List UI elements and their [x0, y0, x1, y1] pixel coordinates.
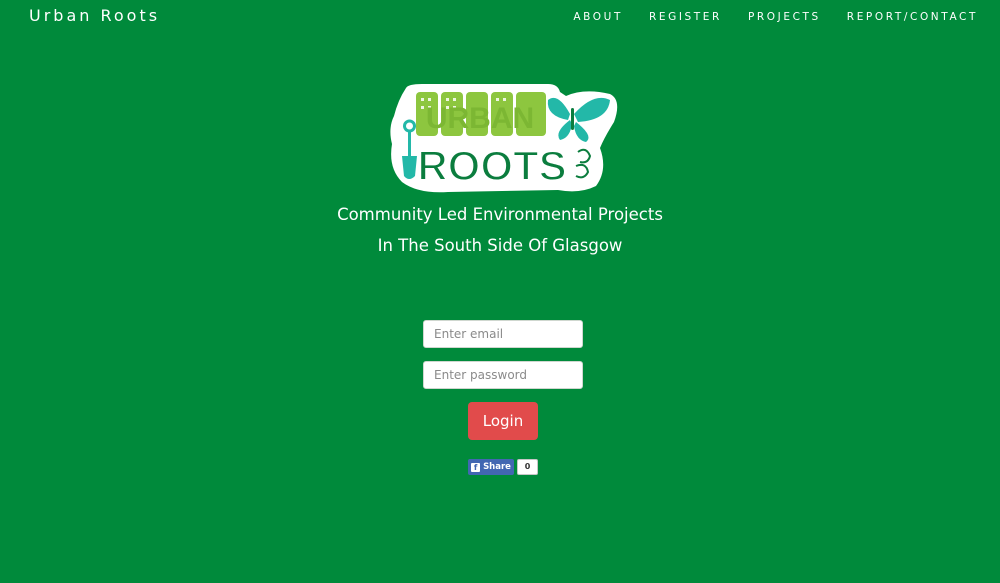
- tagline-line1: Community Led Environmental Projects: [337, 205, 663, 224]
- logo-line2-text: ROOTS: [417, 142, 566, 189]
- brand-link[interactable]: Urban Roots: [29, 6, 160, 25]
- urban-roots-logo: URBAN ROOTS: [390, 84, 618, 193]
- tagline-line2: In The South Side Of Glasgow: [377, 236, 623, 255]
- nav-links: ABOUT REGISTER PROJECTS REPORT/CONTACT: [573, 11, 978, 23]
- top-navbar: Urban Roots ABOUT REGISTER PROJECTS REPO…: [0, 0, 1000, 34]
- nav-register-link[interactable]: REGISTER: [649, 11, 722, 23]
- email-input[interactable]: [423, 320, 583, 348]
- nav-report-contact-link[interactable]: REPORT/CONTACT: [847, 11, 978, 23]
- logo-line1-text: URBAN: [426, 102, 534, 135]
- facebook-share-button[interactable]: f Share: [468, 459, 514, 475]
- password-input[interactable]: [423, 361, 583, 389]
- facebook-share-label: Share: [483, 462, 511, 472]
- nav-about-link[interactable]: ABOUT: [573, 11, 623, 23]
- login-button[interactable]: Login: [468, 402, 538, 440]
- nav-projects-link[interactable]: PROJECTS: [748, 11, 821, 23]
- facebook-icon: f: [471, 462, 481, 472]
- share-count-badge: 0: [517, 459, 538, 475]
